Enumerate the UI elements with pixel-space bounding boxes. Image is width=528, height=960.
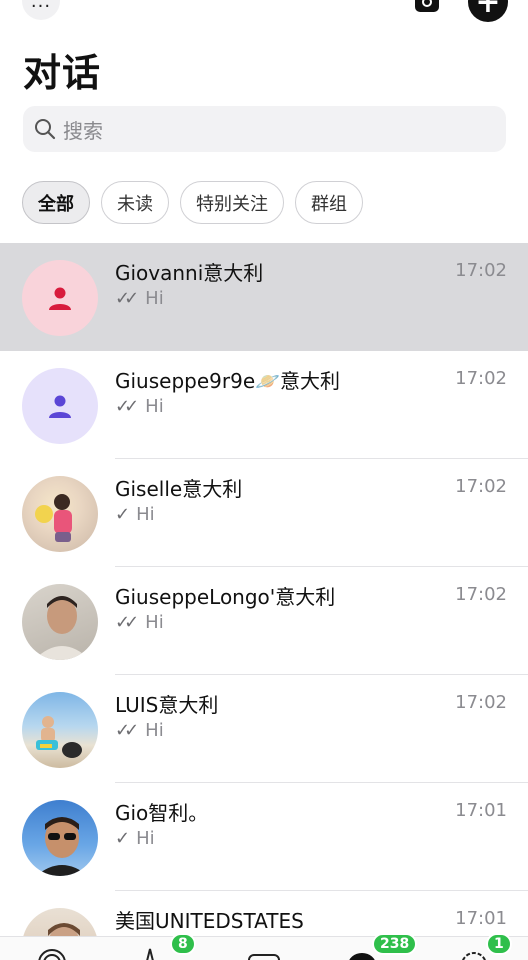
chat-row[interactable]: Giovanni意大利 17:02 ✓✓ Hi <box>0 243 528 351</box>
filter-unread[interactable]: 未读 <box>101 181 169 224</box>
child-photo-icon <box>35 494 72 542</box>
page-title: 对话 <box>23 51 102 95</box>
beach-photo-icon <box>36 716 82 758</box>
double-check-icon: ✓✓ <box>115 612 139 633</box>
sunglasses-photo-icon <box>36 817 88 876</box>
chat-preview: ✓ Hi <box>115 828 155 849</box>
check-icon: ✓ <box>115 828 131 849</box>
preview-text: Hi <box>145 396 164 417</box>
chat-time: 17:02 <box>455 260 507 281</box>
chat-row[interactable]: GiuseppeLongo'意大利 17:02 ✓✓ Hi <box>0 567 528 675</box>
chat-preview: ✓ Hi <box>115 504 155 525</box>
chat-name: LUIS意大利 <box>115 693 219 717</box>
plus-icon: + <box>475 0 501 20</box>
top-bar: ··· + <box>0 0 528 30</box>
search-icon <box>35 119 56 140</box>
preview-text: Hi <box>145 288 164 309</box>
search-placeholder: 搜索 <box>63 118 103 143</box>
camera-icon <box>415 0 439 12</box>
more-menu-button[interactable]: ··· <box>22 0 60 20</box>
chat-time: 17:02 <box>455 476 507 497</box>
filter-all[interactable]: 全部 <box>22 181 90 224</box>
chat-preview: ✓✓ Hi <box>115 720 164 741</box>
settings-badge: 1 <box>486 933 512 955</box>
preview-text: Hi <box>136 504 155 525</box>
double-check-icon: ✓✓ <box>115 396 139 417</box>
new-chat-button[interactable]: + <box>468 0 508 22</box>
double-check-icon: ✓✓ <box>115 720 139 741</box>
chat-name: Giovanni意大利 <box>115 261 264 285</box>
chat-name: Giselle意大利 <box>115 477 243 501</box>
chat-preview: ✓✓ Hi <box>115 612 164 633</box>
chat-name: GiuseppeLongo'意大利 <box>115 585 336 609</box>
chat-preview: ✓✓ Hi <box>115 288 164 309</box>
filter-favorites[interactable]: 特别关注 <box>180 181 284 224</box>
chat-list: Giovanni意大利 17:02 ✓✓ Hi Giuseppe9r9e🪐意大利… <box>0 243 528 960</box>
preview-text: Hi <box>145 612 164 633</box>
man-photo-icon <box>34 596 90 660</box>
double-check-icon: ✓✓ <box>115 288 139 309</box>
chat-row[interactable]: Giuseppe9r9e🪐意大利 17:02 ✓✓ Hi <box>0 351 528 459</box>
calls-icon <box>146 948 154 960</box>
chat-time: 17:01 <box>455 908 507 929</box>
chat-name: Gio智利。 <box>115 801 209 825</box>
chat-name: 美国UNITEDSTATES <box>115 909 304 933</box>
avatar <box>22 368 98 444</box>
status-icon <box>38 949 66 960</box>
chat-time: 17:02 <box>455 368 507 389</box>
bottom-tab-bar: 8 238 1 <box>0 933 528 960</box>
photo-avatar <box>22 800 98 876</box>
chat-preview: ✓✓ Hi <box>115 396 164 417</box>
chat-time: 17:02 <box>455 692 507 713</box>
chat-row[interactable]: Gio智利。 17:01 ✓ Hi <box>0 783 528 891</box>
ellipsis-icon: ··· <box>30 0 52 17</box>
photo-avatar <box>22 692 98 768</box>
person-icon <box>49 287 71 310</box>
preview-text: Hi <box>136 828 155 849</box>
chat-name: Giuseppe9r9e🪐意大利 <box>115 369 341 393</box>
person-icon <box>49 395 71 418</box>
check-icon: ✓ <box>115 504 131 525</box>
filter-chips: 全部 未读 特别关注 群组 <box>22 181 363 225</box>
chats-badge: 238 <box>372 933 418 955</box>
photo-avatar <box>22 476 98 552</box>
chat-row[interactable]: LUIS意大利 17:02 ✓✓ Hi <box>0 675 528 783</box>
communities-icon <box>248 954 280 960</box>
filter-groups[interactable]: 群组 <box>295 181 363 224</box>
camera-button[interactable] <box>412 0 442 16</box>
chat-time: 17:01 <box>455 800 507 821</box>
chat-row[interactable]: Giselle意大利 17:02 ✓ Hi <box>0 459 528 567</box>
preview-text: Hi <box>145 720 164 741</box>
chat-time: 17:02 <box>455 584 507 605</box>
avatar <box>22 260 98 336</box>
search-input[interactable]: 搜索 <box>23 106 506 152</box>
calls-badge: 8 <box>170 933 196 955</box>
photo-avatar <box>22 584 98 660</box>
